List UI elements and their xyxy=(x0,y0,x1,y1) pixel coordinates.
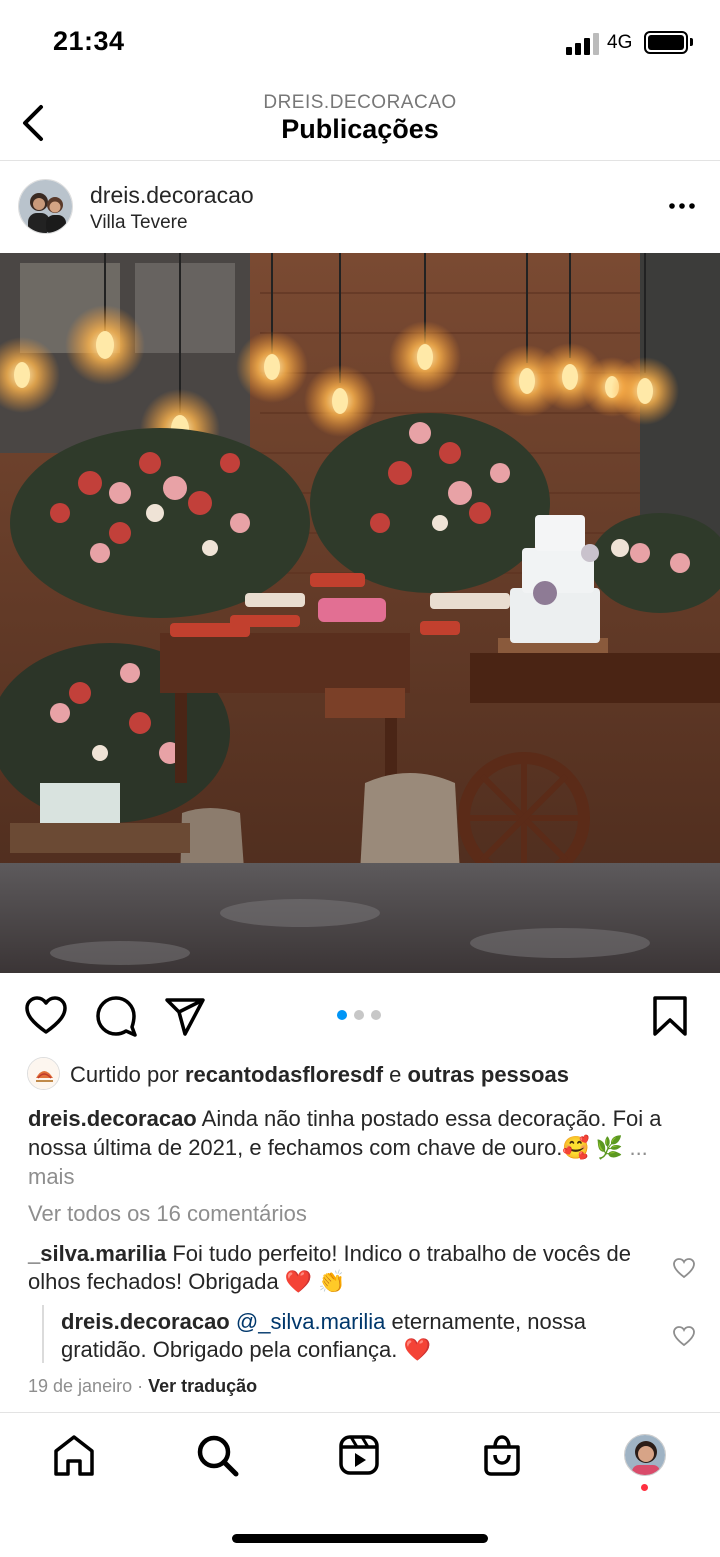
battery-icon xyxy=(644,31,688,54)
post-location[interactable]: Villa Tevere xyxy=(90,212,188,234)
comment-like-icon[interactable] xyxy=(672,1257,696,1279)
post-author-username[interactable]: dreis.decoracao xyxy=(90,182,254,209)
comment-username[interactable]: _silva.marilia xyxy=(28,1241,166,1266)
notification-dot xyxy=(641,1484,648,1491)
post-date: 19 de janeiro xyxy=(28,1376,133,1396)
reels-icon[interactable] xyxy=(337,1433,381,1477)
view-all-comments-link[interactable]: Ver todos os 16 comentários xyxy=(28,1201,307,1227)
likes-prefix: Curtido por xyxy=(70,1062,179,1087)
translate-link[interactable]: Ver tradução xyxy=(148,1376,257,1396)
status-time: 21:34 xyxy=(53,26,125,56)
caption-username[interactable]: dreis.decoracao xyxy=(28,1106,197,1131)
carousel-dot xyxy=(354,1010,364,1020)
carousel-dots xyxy=(337,1010,381,1020)
network-type: 4G xyxy=(607,32,633,53)
signal-icon xyxy=(566,33,599,55)
meta-separator: · xyxy=(137,1376,144,1396)
reply-username[interactable]: dreis.decoracao xyxy=(61,1309,230,1334)
likes-summary[interactable]: Curtido por recantodasfloresdf e outras … xyxy=(70,1062,569,1088)
shop-icon[interactable] xyxy=(480,1433,524,1477)
page-title: Publicações xyxy=(281,114,439,144)
reply-thread-line xyxy=(42,1305,44,1363)
tabbar-divider xyxy=(0,1412,720,1413)
likes-user[interactable]: recantodasfloresdf xyxy=(185,1062,383,1087)
comment: _silva.marilia Foi tudo perfeito! Indico… xyxy=(28,1240,648,1296)
home-indicator xyxy=(232,1534,488,1543)
save-bookmark-icon[interactable] xyxy=(648,994,692,1038)
reply-like-icon[interactable] xyxy=(672,1325,696,1347)
post-author-avatar[interactable] xyxy=(18,179,73,234)
battery-tip xyxy=(690,38,693,46)
reply-mention[interactable]: @_silva.marilia xyxy=(236,1309,385,1334)
header-account: DREIS.DECORACAO xyxy=(263,92,457,113)
post-meta: 19 de janeiro · Ver tradução xyxy=(28,1376,257,1397)
home-icon[interactable] xyxy=(52,1433,96,1477)
like-heart-icon[interactable] xyxy=(24,994,68,1038)
comment-bubble-icon[interactable] xyxy=(94,994,138,1038)
liker-avatar[interactable] xyxy=(27,1057,60,1090)
more-options-icon[interactable] xyxy=(667,196,697,216)
carousel-dot xyxy=(371,1010,381,1020)
likes-others[interactable]: outras pessoas xyxy=(408,1062,569,1087)
share-send-icon[interactable] xyxy=(163,994,207,1038)
reply-comment: dreis.decoracao @_silva.marilia etername… xyxy=(61,1308,641,1364)
profile-avatar[interactable] xyxy=(624,1434,666,1476)
carousel-dot xyxy=(337,1010,347,1020)
likes-joiner: e xyxy=(389,1062,402,1087)
header-divider xyxy=(0,160,720,161)
post-photo[interactable] xyxy=(0,253,720,973)
post-caption: dreis.decoracao Ainda não tinha postado … xyxy=(28,1104,698,1191)
search-icon[interactable] xyxy=(195,1433,239,1477)
